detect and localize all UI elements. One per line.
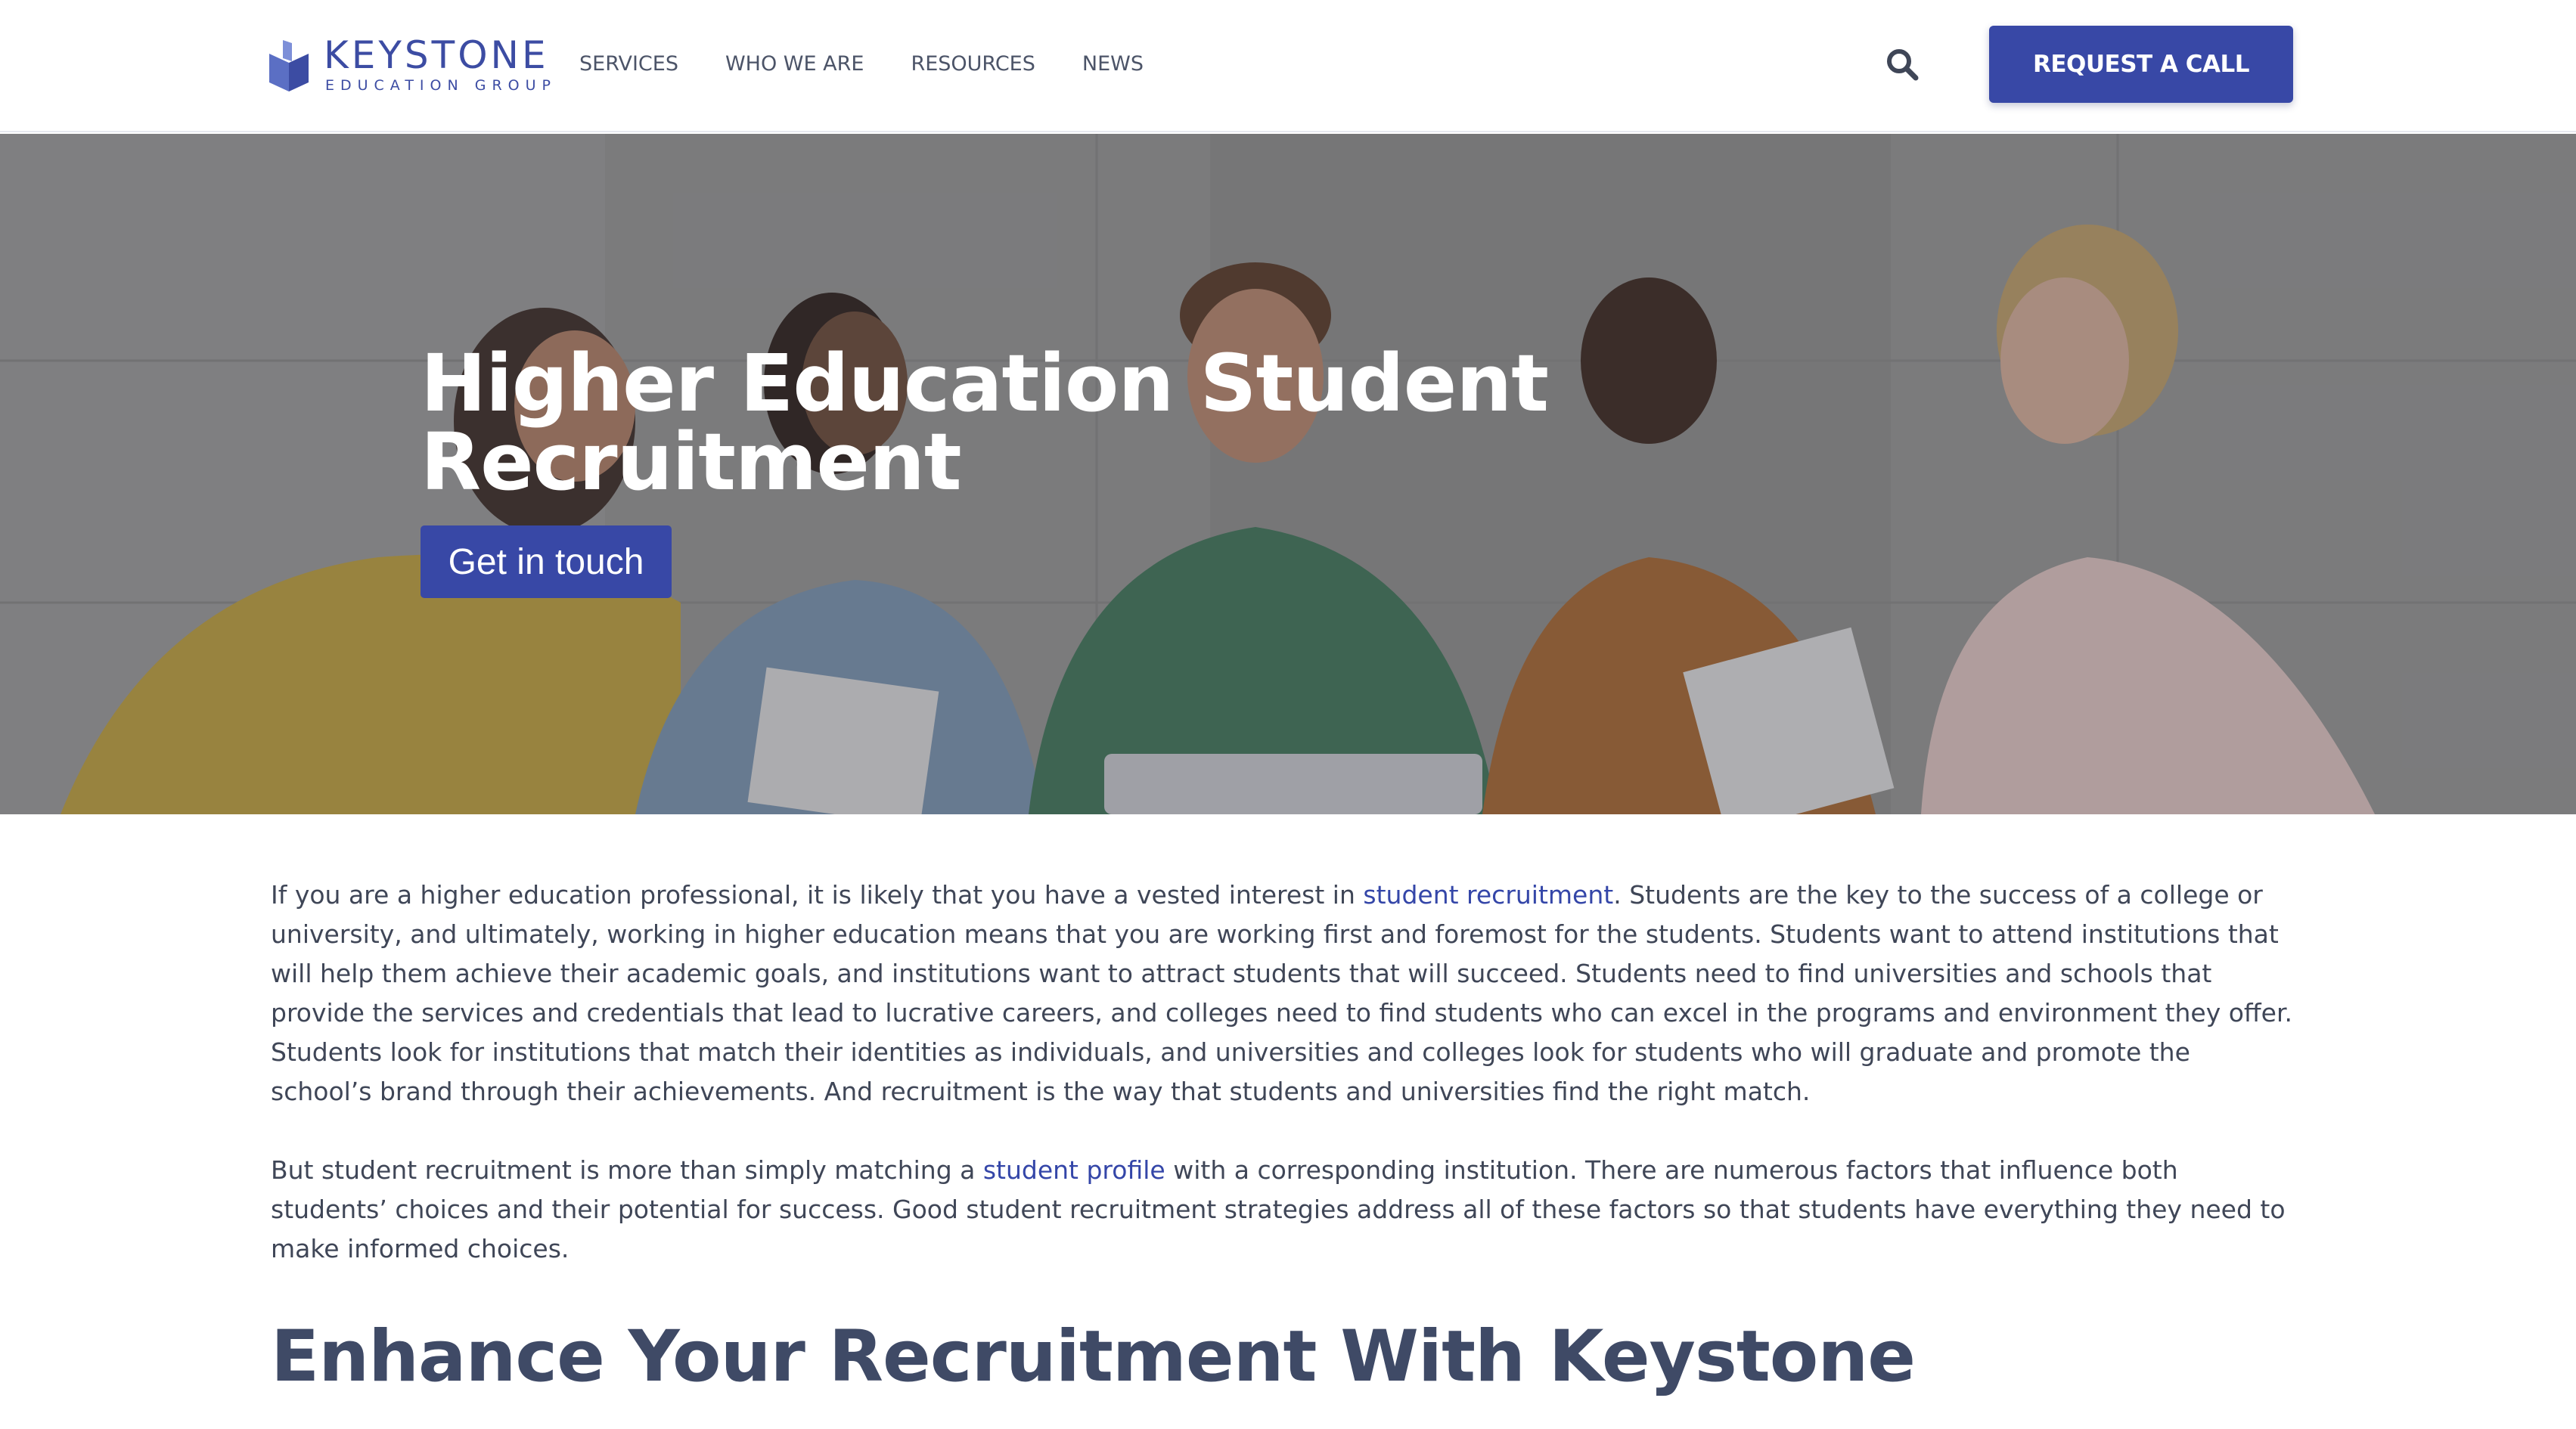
request-a-call-button[interactable]: REQUEST A CALL <box>1989 26 2293 103</box>
nav-item-who-we-are[interactable]: WHO WE ARE <box>725 52 864 76</box>
hero-title-line-2: Recruitment <box>421 416 962 508</box>
get-in-touch-button[interactable]: Get in touch <box>421 525 672 598</box>
nav-item-resources[interactable]: RESOURCES <box>911 52 1035 76</box>
search-icon <box>1887 49 1919 81</box>
main-content: If you are a higher education profession… <box>271 876 2298 1308</box>
intro-paragraph: If you are a higher education profession… <box>271 876 2298 1111</box>
intro-text-before: If you are a higher education profession… <box>271 880 1364 910</box>
logo-wordmark: KEYSTONE <box>324 33 549 77</box>
main-nav: SERVICES WHO WE ARE RESOURCES NEWS <box>579 45 1190 82</box>
student-profile-link[interactable]: student profile <box>983 1155 1165 1185</box>
nav-item-news[interactable]: NEWS <box>1082 52 1144 76</box>
section-heading: Enhance Your Recruitment With Keystone <box>271 1316 1916 1398</box>
second-text-before: But student recruitment is more than sim… <box>271 1155 983 1185</box>
logo-text: KEYSTONE EDUCATION GROUP <box>324 35 557 95</box>
second-paragraph: But student recruitment is more than sim… <box>271 1151 2298 1269</box>
hero-title: Higher Education Student Recruitment <box>421 344 1555 501</box>
site-header: KEYSTONE EDUCATION GROUP SERVICES WHO WE… <box>0 0 2576 132</box>
nav-item-services[interactable]: SERVICES <box>579 52 678 76</box>
keystone-logo-icon <box>269 40 309 91</box>
intro-text-after: . Students are the key to the success of… <box>271 880 2292 1106</box>
hero-banner: Higher Education Student Recruitment Get… <box>0 134 2576 814</box>
student-recruitment-link[interactable]: student recruitment <box>1363 880 1613 910</box>
logo-tagline: EDUCATION GROUP <box>325 77 557 94</box>
search-button[interactable] <box>1882 44 1923 85</box>
logo-link[interactable]: KEYSTONE EDUCATION GROUP <box>269 33 557 97</box>
